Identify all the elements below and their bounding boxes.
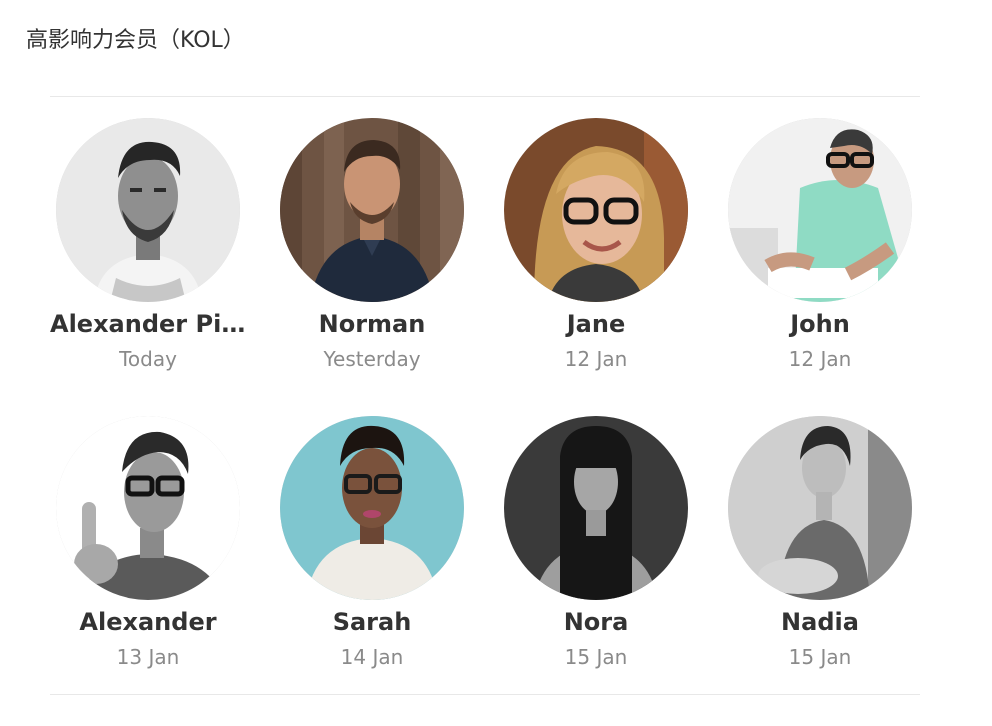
avatar-photo <box>504 416 688 600</box>
member-date: 12 Jan <box>788 347 852 371</box>
member-name[interactable]: Nora <box>498 607 694 637</box>
avatar-photo <box>280 416 464 600</box>
avatar[interactable] <box>504 118 688 302</box>
member-name[interactable]: Alexander <box>50 607 246 637</box>
member-name[interactable]: Nadia <box>722 607 918 637</box>
avatar[interactable] <box>728 416 912 600</box>
avatar-photo <box>728 416 912 600</box>
member-card[interactable]: Norman Yesterday <box>260 118 484 416</box>
avatar-photo <box>56 118 240 302</box>
member-date: 14 Jan <box>340 645 404 669</box>
member-card[interactable]: Sarah 14 Jan <box>260 416 484 714</box>
member-name[interactable]: John <box>722 309 918 339</box>
member-card[interactable]: Jane 12 Jan <box>484 118 708 416</box>
member-card[interactable]: Nora 15 Jan <box>484 416 708 714</box>
member-date: 15 Jan <box>564 645 628 669</box>
member-card[interactable]: Alexander 13 Jan <box>36 416 260 714</box>
member-card[interactable]: Alexander Pierce Today <box>36 118 260 416</box>
member-grid: Alexander Pierce Today Norman Yesterday <box>36 118 932 714</box>
member-card[interactable]: John 12 Jan <box>708 118 932 416</box>
member-card[interactable]: Nadia 15 Jan <box>708 416 932 714</box>
avatar-photo <box>280 118 464 302</box>
member-name[interactable]: Alexander Pierce <box>50 309 246 339</box>
avatar[interactable] <box>56 118 240 302</box>
member-date: 13 Jan <box>116 645 180 669</box>
member-date: Today <box>119 347 177 371</box>
member-date: 12 Jan <box>564 347 628 371</box>
avatar[interactable] <box>504 416 688 600</box>
section-title: 高影响力会员（KOL） <box>26 28 245 53</box>
bottom-divider <box>50 694 920 695</box>
avatar[interactable] <box>280 416 464 600</box>
avatar[interactable] <box>56 416 240 600</box>
avatar-photo <box>728 118 912 302</box>
member-date: Yesterday <box>323 347 421 371</box>
avatar[interactable] <box>280 118 464 302</box>
avatar-photo <box>504 118 688 302</box>
avatar[interactable] <box>728 118 912 302</box>
member-name[interactable]: Jane <box>498 309 694 339</box>
avatar-photo <box>56 416 240 600</box>
member-name[interactable]: Norman <box>274 309 470 339</box>
top-divider <box>50 96 920 97</box>
member-date: 15 Jan <box>788 645 852 669</box>
member-name[interactable]: Sarah <box>274 607 470 637</box>
